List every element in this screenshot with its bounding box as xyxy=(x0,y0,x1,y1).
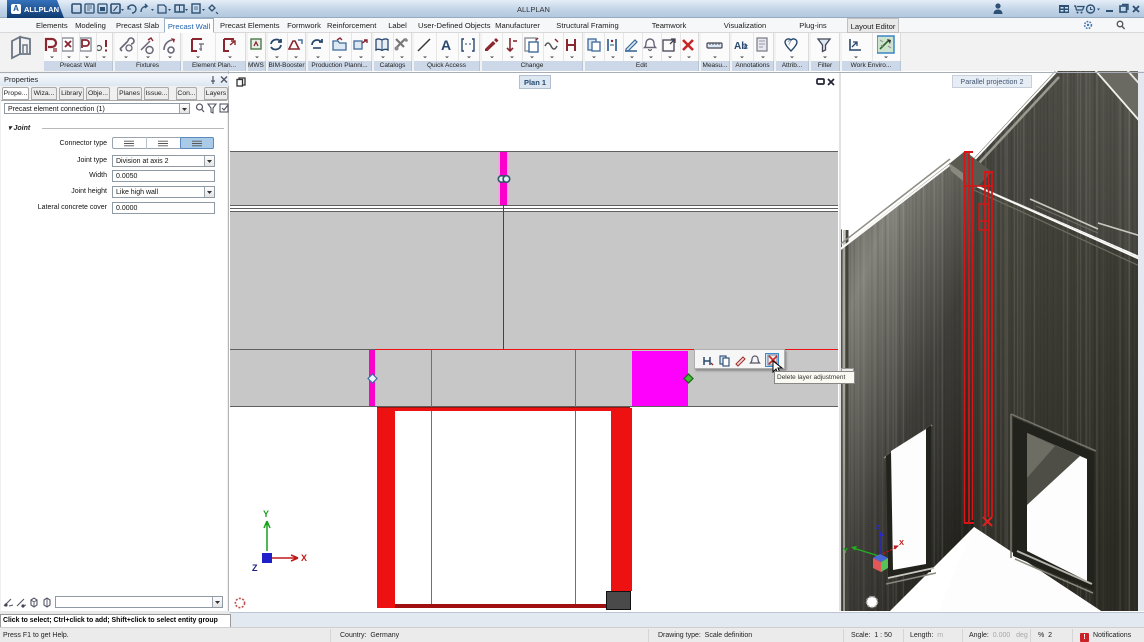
svg-text:A: A xyxy=(441,37,451,53)
svg-text:?: ? xyxy=(788,41,792,47)
svg-text:Y: Y xyxy=(843,546,848,555)
svg-text:z: z xyxy=(876,522,880,531)
svg-text:c: c xyxy=(744,42,748,51)
svg-text:X: X xyxy=(899,538,904,547)
svg-text:Y: Y xyxy=(263,509,269,519)
svg-text:Z: Z xyxy=(252,563,258,573)
svg-text:X: X xyxy=(301,553,307,563)
